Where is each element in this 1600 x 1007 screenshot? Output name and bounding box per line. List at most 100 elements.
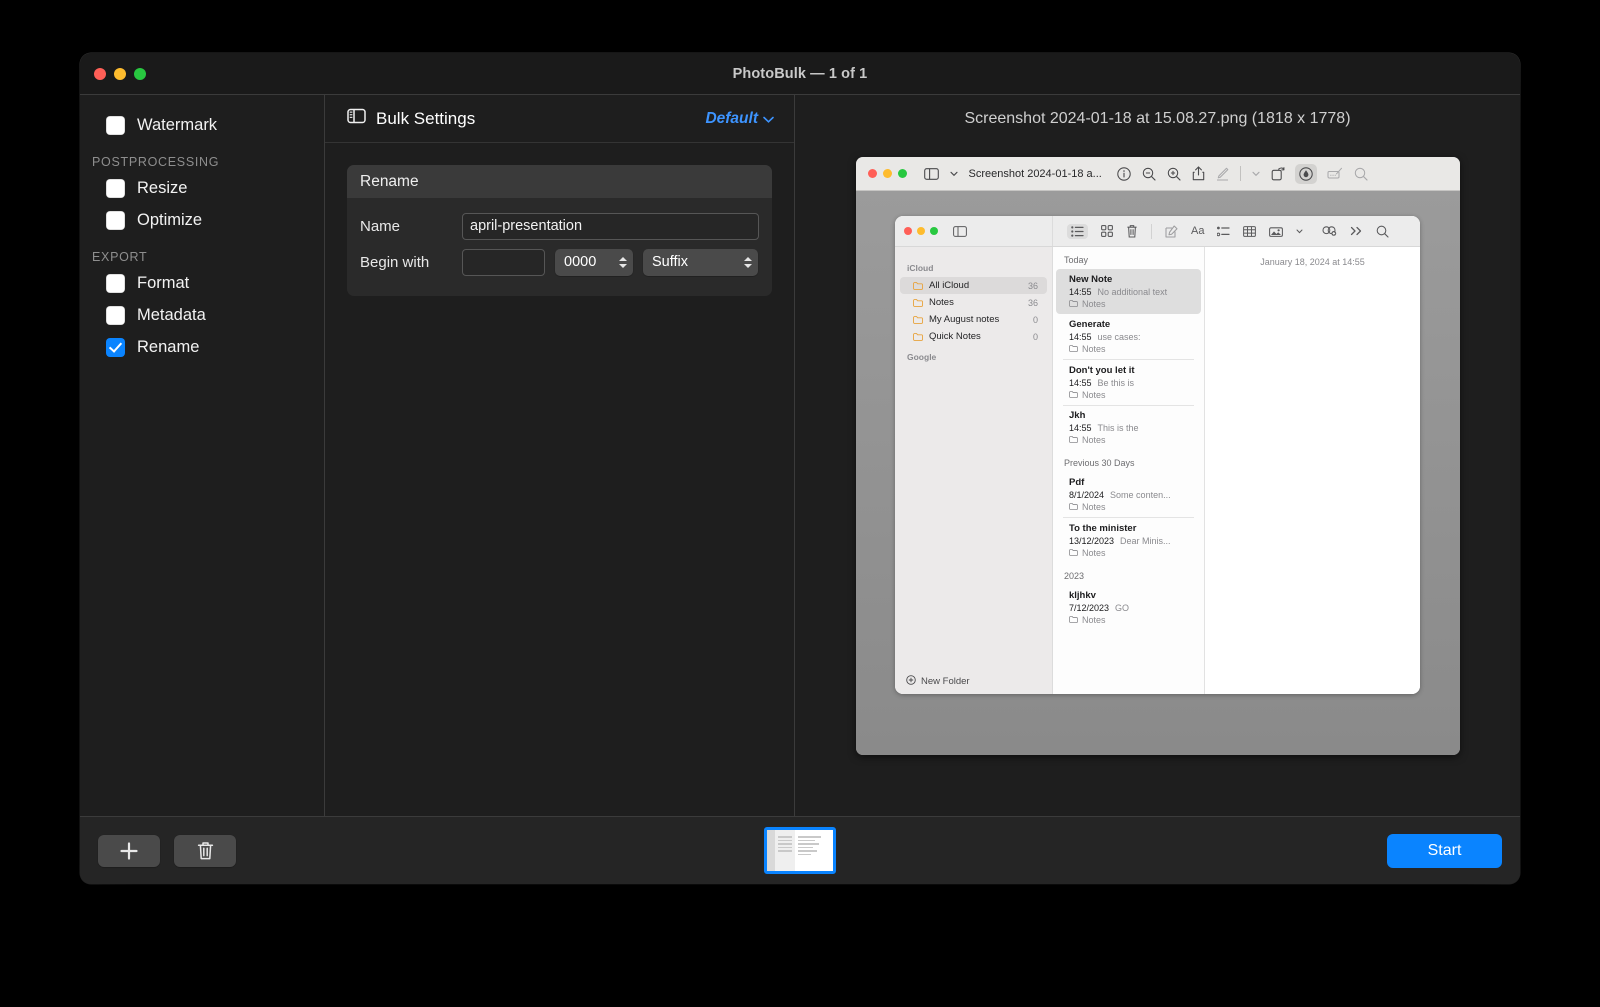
info-icon — [1117, 166, 1131, 181]
begin-with-input[interactable] — [462, 248, 545, 276]
rename-card-body: Name april-presentation Begin with 0000 … — [347, 198, 772, 296]
counter-stepper[interactable]: 0000 — [555, 248, 633, 276]
table-icon — [1243, 225, 1257, 237]
format-checkbox[interactable] — [106, 273, 125, 293]
folder-label: All iCloud — [929, 280, 970, 291]
notes-folder-my-august-notes[interactable]: My August notes 0 — [900, 311, 1047, 328]
notes-folder-notes[interactable]: Notes 36 — [900, 294, 1047, 311]
rename-checkbox[interactable] — [106, 337, 125, 357]
name-label: Name — [360, 217, 401, 235]
note-date: 13/12/2023 — [1069, 535, 1115, 546]
chevron-down-icon — [1296, 229, 1303, 234]
checklist-icon — [1217, 226, 1231, 237]
previewed-screenshot: Aa iCloud All iCloud 36 Notes 36 My Augu… — [855, 191, 1460, 755]
preset-dropdown[interactable]: Default — [705, 110, 774, 128]
preview-traffic-lights — [867, 169, 907, 178]
metadata-checkbox[interactable] — [106, 305, 125, 325]
group-title-postprocessing: POSTPROCESSING — [92, 155, 220, 169]
preview-filename: Screenshot 2024-01-18 at 15.08.27.png (1… — [964, 110, 1351, 127]
note-title: New Note — [1069, 274, 1113, 285]
delete-files-button[interactable] — [174, 834, 236, 867]
list-item[interactable]: Jkh 14:55 This is the Notes — [1056, 405, 1201, 450]
new-folder-button[interactable]: New Folder — [895, 668, 1052, 694]
folder-label: Quick Notes — [929, 331, 981, 342]
annotate-icon — [1294, 163, 1317, 184]
sidebar-item-watermark[interactable]: Watermark — [80, 109, 324, 141]
list-item[interactable]: Generate 14:55 use cases: Notes — [1056, 314, 1201, 359]
group-title-export: EXPORT — [92, 250, 148, 264]
notes-folder-quick-notes[interactable]: Quick Notes 0 — [900, 328, 1047, 345]
sidebar-item-resize[interactable]: Resize — [80, 172, 324, 204]
stepper-arrows-icon[interactable] — [619, 256, 627, 268]
new-folder-label: New Folder — [921, 675, 970, 687]
list-item[interactable]: Pdf 8/1/2024 Some conten... Notes — [1056, 472, 1201, 517]
select-arrows-icon[interactable] — [744, 256, 752, 268]
search-icon — [1376, 225, 1390, 238]
note-title: Generate — [1069, 319, 1111, 330]
chevron-down-icon — [1252, 171, 1260, 177]
sidebar-item-rename[interactable]: Rename — [80, 331, 324, 363]
optimize-checkbox[interactable] — [106, 210, 125, 230]
folder-icon — [1069, 344, 1078, 354]
thumbnail-filmstrip[interactable] — [764, 827, 836, 874]
name-input[interactable]: april-presentation — [462, 212, 759, 240]
watermark-checkbox[interactable] — [106, 115, 125, 135]
gallery-view-icon — [1101, 225, 1113, 237]
preset-label: Default — [705, 109, 758, 127]
folder-icon — [1069, 435, 1078, 445]
sidebar-item-metadata[interactable]: Metadata — [80, 299, 324, 331]
titlebar: PhotoBulk — 1 of 1 — [80, 53, 1520, 94]
note-title: To the minister — [1069, 522, 1137, 534]
note-snippet: Some conten... — [1110, 490, 1171, 500]
close-button[interactable] — [94, 67, 106, 80]
list-item[interactable]: To the minister 13/12/2023 Dear Minis...… — [1056, 518, 1201, 563]
note-snippet: Dear Minis... — [1120, 535, 1171, 546]
name-row: Name april-presentation — [360, 208, 759, 244]
note-snippet: No additional text — [1097, 287, 1168, 297]
toolbar-divider — [1239, 166, 1241, 181]
note-folder: Notes — [1082, 614, 1106, 625]
preview-window-toolbar: Screenshot 2024-01-18 a... — [855, 157, 1460, 191]
zoom-in-icon — [1167, 167, 1181, 181]
folder-count: 36 — [1027, 280, 1038, 291]
start-button[interactable]: Start — [1387, 833, 1502, 868]
note-detail-pane[interactable]: January 18, 2024 at 14:55 — [1205, 247, 1420, 694]
position-select[interactable]: Suffix — [643, 248, 758, 276]
minimize-button[interactable] — [114, 67, 126, 80]
add-files-button[interactable] — [98, 834, 160, 867]
note-title: Pdf — [1069, 477, 1085, 488]
sidebar-item-label: Format — [137, 273, 190, 292]
notes-folder-all-icloud[interactable]: All iCloud 36 — [900, 277, 1047, 294]
sidebar-item-format[interactable]: Format — [80, 267, 324, 299]
chevron-down-icon — [949, 171, 958, 177]
folder-count: 36 — [1027, 297, 1038, 308]
media-icon — [1269, 226, 1284, 237]
notes-group-icloud: iCloud — [907, 263, 934, 273]
note-folder: Notes — [1082, 435, 1106, 445]
notes-sidebar: iCloud All iCloud 36 Notes 36 My August … — [895, 247, 1053, 694]
resize-checkbox[interactable] — [106, 178, 125, 198]
zoom-out-icon — [1142, 167, 1156, 181]
counter-value: 0000 — [564, 254, 597, 270]
folder-icon — [1069, 615, 1078, 625]
folder-icon — [913, 298, 923, 307]
settings-scroll-area: Rename Name april-presentation Begin wit… — [325, 143, 794, 816]
preview-panel: Screenshot 2024-01-18 at 15.08.27.png (1… — [795, 95, 1520, 816]
sidebar-item-label: Rename — [137, 337, 200, 356]
sidebar-item-label: Metadata — [137, 305, 206, 324]
note-title: Don't you let it — [1069, 364, 1135, 376]
share-note-icon — [1322, 225, 1337, 237]
list-item[interactable]: Don't you let it 14:55 Be this is Notes — [1056, 360, 1201, 405]
bulk-settings-panel: Bulk Settings Default Rename Name april-… — [325, 95, 795, 816]
start-button-label: Start — [1427, 841, 1462, 859]
list-item[interactable]: kljhkv 7/12/2023 GO Notes — [1056, 585, 1201, 630]
list-item[interactable]: New Note 14:55 No additional text Notes — [1056, 269, 1201, 314]
notes-toolbar-left — [895, 216, 1053, 246]
notes-traffic-lights — [904, 227, 938, 235]
zoom-button[interactable] — [134, 67, 146, 80]
options-sidebar: Watermark POSTPROCESSING Resize Optimize… — [80, 95, 325, 816]
folder-icon — [1069, 502, 1078, 512]
begin-with-label: Begin with — [360, 253, 430, 271]
note-title: kljhkv — [1069, 589, 1096, 601]
sidebar-item-optimize[interactable]: Optimize — [80, 204, 324, 236]
